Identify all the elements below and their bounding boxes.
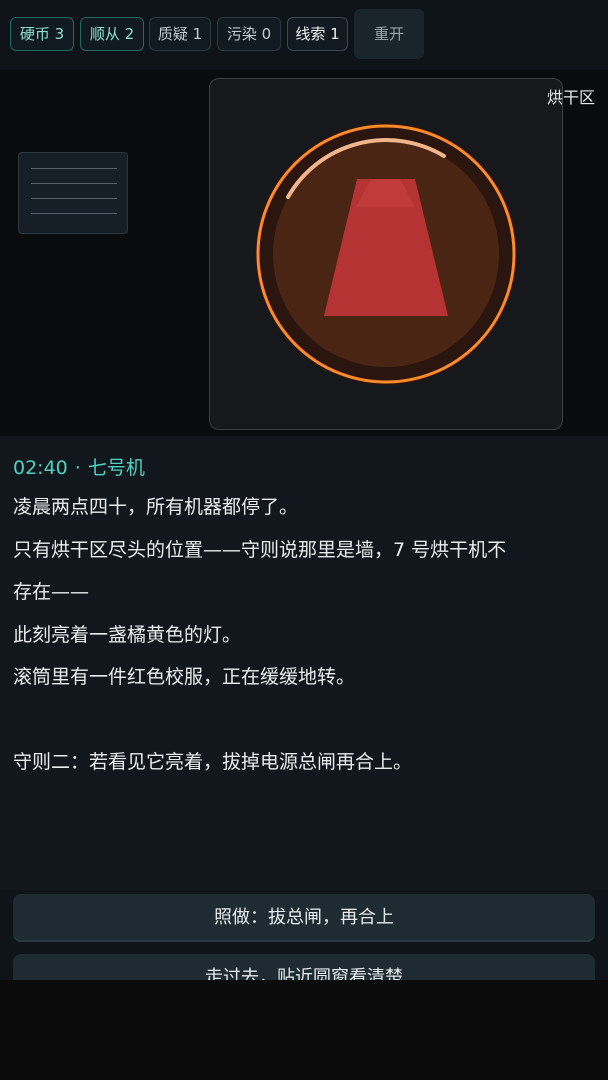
dryer-drum-window[interactable] bbox=[210, 79, 561, 428]
story-line bbox=[13, 699, 593, 742]
obedience-counter: 顺从 2 bbox=[80, 17, 144, 51]
bottom-blank-area bbox=[0, 980, 608, 1080]
restart-button[interactable]: 重开 bbox=[354, 9, 424, 59]
speaker-name: 七号机 bbox=[87, 457, 145, 479]
choice-button-comply[interactable]: 照做：拔总闸，再合上 bbox=[13, 894, 595, 942]
story-line: 守则二：若看见它亮着，拔掉电源总闸再合上。 bbox=[13, 751, 413, 773]
doubt-counter: 质疑 1 bbox=[149, 17, 211, 51]
story-line: 滚筒里有一件红色校服，正在缓缓地转。 bbox=[13, 666, 356, 688]
time-speaker-line: 02:40 · 七号机 bbox=[13, 453, 145, 480]
scene-view: 烘干区 bbox=[0, 70, 608, 436]
pollution-counter: 污染 0 bbox=[217, 17, 281, 51]
vent-line bbox=[31, 213, 117, 214]
choice-list: 照做：拔总闸，再合上 走过去，贴近圆窗看清楚 bbox=[0, 890, 608, 980]
story-line: 此刻亮着一盏橘黄色的灯。 bbox=[13, 623, 242, 646]
vent-line bbox=[31, 168, 117, 169]
vent-line bbox=[31, 198, 117, 199]
dryer-machine-seven[interactable] bbox=[209, 78, 563, 430]
dialogue-panel: 02:40 · 七号机 凌晨两点四十，所有机器都停了。 只有烘干区尽头的位置——守则… bbox=[0, 436, 608, 890]
separator: · bbox=[74, 457, 81, 479]
game-screen: 硬币 3 顺从 2 质疑 1 污染 0 线索 1 重开 烘干区 02:40 · … bbox=[0, 0, 608, 980]
story-line: 存在—— bbox=[13, 581, 90, 603]
status-bar: 硬币 3 顺从 2 质疑 1 污染 0 线索 1 重开 bbox=[0, 0, 608, 70]
time-stamp: 02:40 bbox=[13, 457, 68, 479]
story-line: 只有烘干区尽头的位置——守则说那里是墙，7 号烘干机不 bbox=[13, 538, 507, 561]
choice-button-approach[interactable]: 走过去，贴近圆窗看清楚 bbox=[13, 954, 595, 980]
story-text: 凌晨两点四十，所有机器都停了。 只有烘干区尽头的位置——守则说那里是墙，7 号烘… bbox=[13, 486, 593, 784]
clues-counter[interactable]: 线索 1 bbox=[287, 17, 348, 51]
area-label: 烘干区 bbox=[546, 88, 595, 107]
story-line: 凌晨两点四十，所有机器都停了。 bbox=[13, 496, 299, 518]
dryer-machine-small[interactable] bbox=[18, 152, 128, 234]
vent-line bbox=[31, 183, 117, 184]
coins-counter: 硬币 3 bbox=[10, 17, 74, 51]
